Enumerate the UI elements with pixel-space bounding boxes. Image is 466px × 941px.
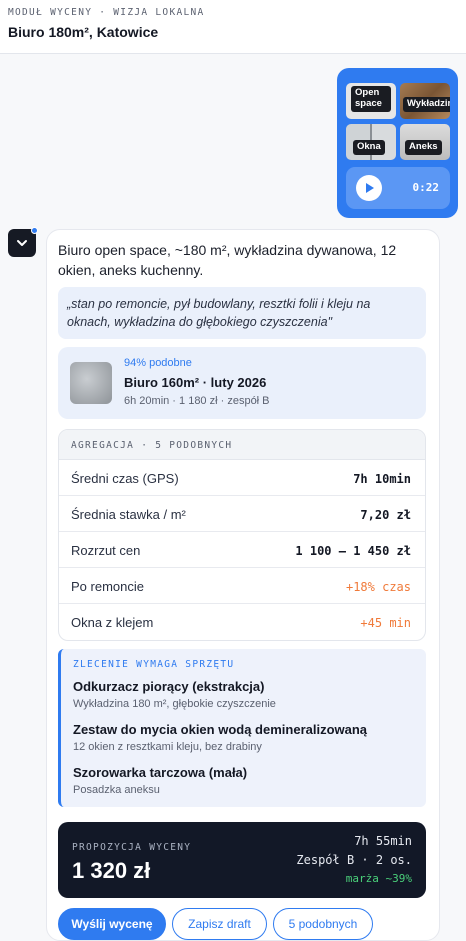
proposal-margin: marża ~39%: [345, 872, 412, 885]
photo-thumbnail-wykladzina[interactable]: Wykładzina: [400, 83, 450, 119]
equipment-requirements: ZLECENIE WYMAGA SPRZĘTU Odkurzacz piorąc…: [58, 649, 426, 807]
similar-job-title: Biuro 160m² · luty 2026: [124, 375, 267, 390]
equipment-name: Zestaw do mycia okien wodą demineralizow…: [73, 722, 368, 737]
aggregation-table: AGREGACJA · 5 PODOBNYCH Średni czas (GPS…: [58, 429, 426, 641]
equipment-desc: 12 okien z resztkami kleju, bez drabiny: [73, 741, 262, 753]
table-row: Po remoncie +18% czas: [59, 568, 425, 604]
table-row: Średni czas (GPS) 7h 10min: [59, 460, 425, 496]
equipment-desc: Posadzka aneksu: [73, 784, 160, 796]
photo-label: Okna: [353, 140, 385, 155]
voice-note-player: 0:22: [346, 167, 450, 209]
save-draft-button[interactable]: Zapisz draft: [172, 908, 267, 940]
photo-thumbnail-aneks[interactable]: Aneks: [400, 124, 450, 160]
chevron-down-icon: [17, 240, 27, 246]
row-label: Rozrzut cen: [71, 543, 141, 558]
row-label: Po remoncie: [71, 579, 144, 594]
similar-jobs-button[interactable]: 5 podobnych: [273, 908, 373, 940]
app-header: MODUŁ WYCENY · WIZJA LOKALNA Biuro 180m²…: [0, 0, 466, 54]
equipment-header: ZLECENIE WYMAGA SPRZĘTU: [73, 659, 235, 670]
similar-job-meta: 6h 20min · 1 180 zł · zespół B: [124, 395, 270, 407]
voice-transcript-quote: „stan po remoncie, pył budowlany, resztk…: [58, 287, 426, 339]
row-value: +45 min: [360, 616, 411, 630]
photo-thumbnail-okna[interactable]: Okna: [346, 124, 396, 160]
table-row: Średnia stawka / m² 7,20 zł: [59, 496, 425, 532]
equipment-name: Szorowarka tarczowa (mała): [73, 765, 248, 780]
row-label: Średnia stawka / m²: [71, 507, 186, 522]
price-proposal: PROPOZYCJA WYCENY 1 320 zł 7h 55min Zesp…: [58, 822, 426, 898]
module-eyebrow: MODUŁ WYCENY · WIZJA LOKALNA: [8, 7, 205, 18]
table-row: Okna z klejem +45 min: [59, 604, 425, 640]
row-value: +18% czas: [345, 580, 411, 594]
row-value: 7h 10min: [353, 472, 411, 486]
voice-note-duration: 0:22: [412, 181, 440, 194]
similarity-score: 94% podobne: [124, 357, 192, 369]
proposal-team: Zespół B · 2 os.: [296, 853, 412, 867]
online-indicator: [31, 227, 38, 234]
equipment-item: Szorowarka tarczowa (mała) Posadzka anek…: [73, 765, 247, 796]
equipment-item: Odkurzacz piorący (ekstrakcja) Wykładzin…: [73, 679, 276, 710]
proposal-label: PROPOZYCJA WYCENY: [72, 842, 192, 853]
similar-job-card[interactable]: 94% podobne Biuro 160m² · luty 2026 6h 2…: [58, 347, 426, 419]
photo-thumbnail-open-space[interactable]: Open space: [346, 83, 396, 119]
table-row: Rozrzut cen 1 100 – 1 450 zł: [59, 532, 425, 568]
equipment-name: Odkurzacz piorący (ekstrakcja): [73, 679, 265, 694]
similar-job-image: [70, 362, 112, 404]
aggregation-header: AGREGACJA · 5 PODOBNYCH: [59, 430, 425, 460]
assistant-avatar: [8, 227, 38, 257]
send-quote-button[interactable]: Wyślij wycenę: [58, 908, 166, 940]
photo-label: Open space: [351, 86, 391, 112]
row-label: Okna z klejem: [71, 615, 154, 630]
row-value: 7,20 zł: [360, 508, 411, 522]
row-value: 1 100 – 1 450 zł: [295, 544, 411, 558]
proposal-time: 7h 55min: [354, 834, 412, 848]
photo-label: Wykładzina: [403, 97, 450, 112]
equipment-item: Zestaw do mycia okien wodą demineralizow…: [73, 722, 367, 753]
photo-label: Aneks: [405, 140, 442, 155]
play-icon[interactable]: [356, 175, 382, 201]
assistant-summary: Biuro open space, ~180 m², wykładzina dy…: [58, 242, 397, 278]
equipment-desc: Wykładzina 180 m², głębokie czyszczenie: [73, 698, 276, 710]
row-label: Średni czas (GPS): [71, 471, 179, 486]
page-title: Biuro 180m², Katowice: [8, 24, 159, 40]
proposal-price: 1 320 zł: [72, 858, 151, 883]
